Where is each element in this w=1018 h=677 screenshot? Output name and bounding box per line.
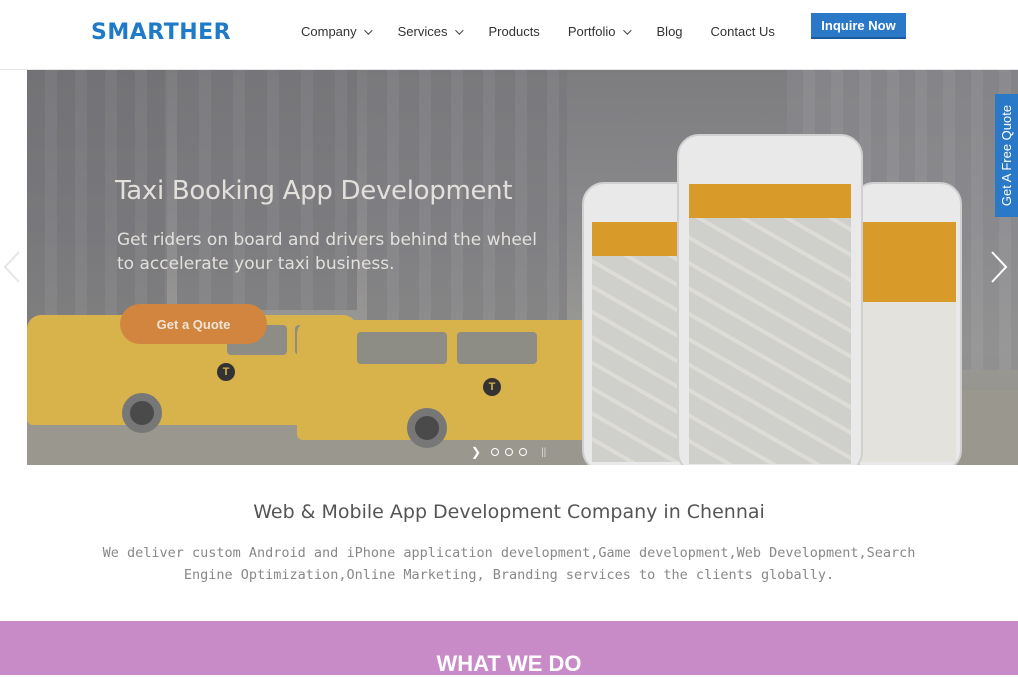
phone-mockup [677,134,863,465]
nav-item-services[interactable]: Services [397,24,464,39]
taxi-window [457,332,537,364]
nav-item-company[interactable]: Company [301,24,373,39]
taxi-window [357,332,447,364]
chevron-right-icon[interactable] [990,250,1008,284]
phone-screen [860,222,956,462]
slider-pagination: ❯ || [471,445,546,459]
app-bar [689,184,851,218]
intro-title: Web & Mobile App Development Company in … [253,501,765,523]
chevron-left-icon[interactable] [3,250,21,284]
nav-item-label: Company [301,24,357,39]
taxi-image: T [297,320,597,448]
nav-item-portfolio[interactable]: Portfolio [567,24,632,39]
pause-icon[interactable]: || [541,447,546,458]
intro-text: We deliver custom Android and iPhone app… [102,545,916,583]
hero-title: Taxi Booking App Development [115,176,513,206]
slide-dot[interactable] [491,448,500,456]
inquire-now-button[interactable]: Inquire Now [811,13,906,39]
phone-mockup [852,182,962,465]
chevron-down-icon [622,25,632,35]
slide-dot[interactable] [519,448,528,456]
chevron-down-icon [454,25,464,35]
nav-item-products[interactable]: Products [489,24,540,39]
site-header: SMARTHER Company Services Products Portf… [0,0,1018,70]
hero-slider: T T Taxi Booking App Development Get rid… [27,70,1018,465]
taxi-logo-icon: T [217,363,235,381]
taxi-logo-icon: T [483,378,501,396]
map-area [689,218,851,464]
wheel [407,408,447,448]
nav-item-blog[interactable]: Blog [657,24,683,39]
what-we-do-section: WHAT WE DO [0,621,1018,676]
map-area [860,302,956,462]
chevron-down-icon [363,25,373,35]
phone-screen [689,184,851,464]
nav-item-label: Blog [656,24,683,39]
nav-item-label: Portfolio [567,24,616,39]
play-icon[interactable]: ❯ [471,445,481,459]
nav-item-label: Services [397,24,448,39]
nav-item-label: Contact Us [710,24,775,39]
section-title: WHAT WE DO [436,651,582,676]
app-bar [860,222,956,302]
main-nav: Company Services Products Portfolio Blog… [301,24,803,39]
slide-dot[interactable] [505,448,514,456]
nav-item-label: Products [488,24,540,39]
get-a-quote-button[interactable]: Get a Quote [120,304,267,344]
logo[interactable]: SMARTHER [91,20,231,45]
free-quote-label: Get A Free Quote [999,104,1015,207]
nav-item-contact-us[interactable]: Contact Us [711,24,775,39]
free-quote-tab[interactable]: Get A Free Quote [995,94,1018,217]
hero-subtitle: Get riders on board and drivers behind t… [117,230,537,274]
wheel [122,393,162,433]
